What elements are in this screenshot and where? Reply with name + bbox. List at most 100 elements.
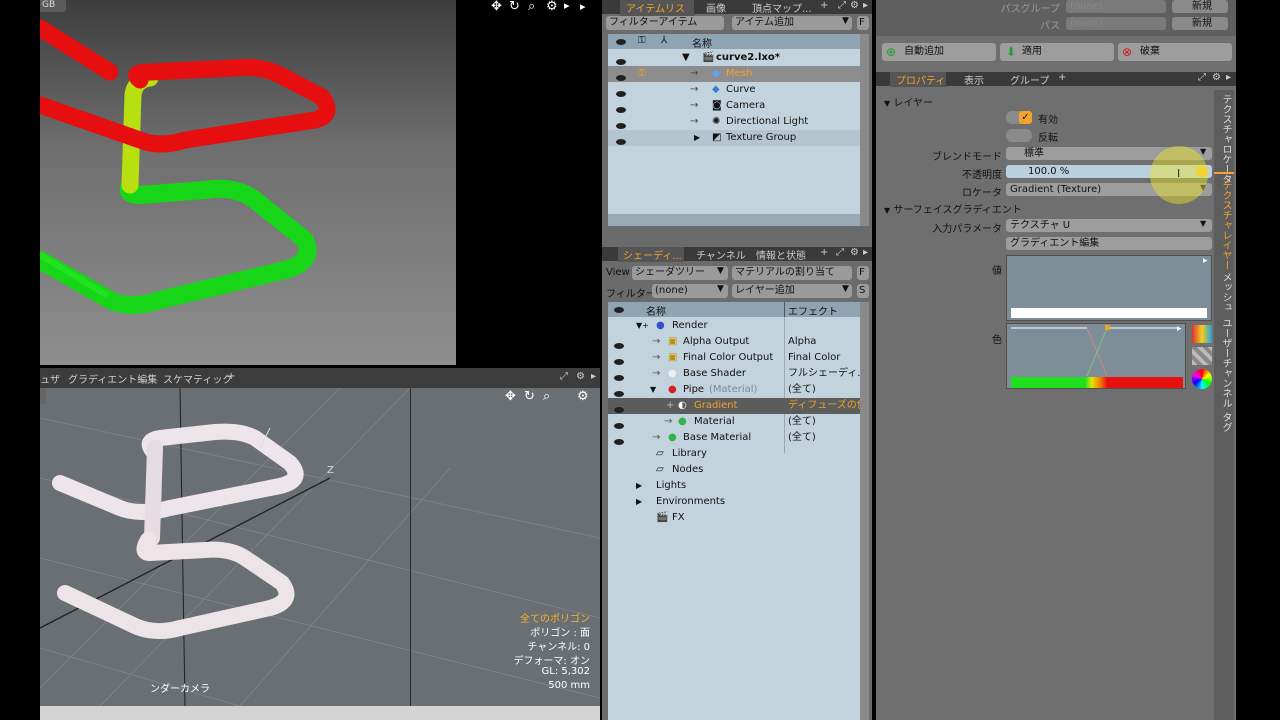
tab-gradient-editor[interactable]: グラディエント編集 [68, 371, 157, 386]
list-item[interactable]: 🎬 FX [608, 510, 860, 526]
invert-toggle[interactable] [1006, 129, 1032, 142]
graph-expand-arrow-icon[interactable]: ▸ [1203, 256, 1208, 266]
expand-arrow-icon[interactable]: ▶ [694, 130, 700, 146]
list-item[interactable]: → ✺ Directional Light [608, 114, 860, 130]
add-tab-button[interactable]: + [227, 371, 235, 382]
expand-arrow-icon[interactable]: ▶ [636, 478, 642, 494]
gradient-edit-button[interactable]: グラディエント編集 [1006, 237, 1212, 250]
filter-toggle-button[interactable]: F [857, 16, 869, 30]
gear-icon[interactable]: ⚙ [1212, 72, 1221, 83]
value-gradient-bar[interactable] [1011, 308, 1207, 318]
side-tab-mesh[interactable]: メッシュ [1218, 272, 1233, 312]
tab-vertex-maps[interactable]: 頂点マップ... [752, 0, 812, 15]
tab-images[interactable]: 画像 [706, 0, 726, 15]
side-tab-texture-layer[interactable]: テクスチャレイヤー [1218, 180, 1233, 270]
visibility-icon[interactable] [616, 107, 626, 113]
rotate-view-icon[interactable]: ↻ [524, 390, 535, 404]
visibility-icon[interactable] [614, 343, 624, 349]
tab-info-stats[interactable]: 情報と状態 [756, 247, 806, 262]
visibility-icon[interactable] [614, 407, 624, 413]
list-item[interactable]: → ◙ Camera [608, 98, 860, 114]
list-item[interactable]: → ● Material (全て) [608, 414, 860, 430]
move-view-icon[interactable]: ✥ [505, 390, 516, 404]
visibility-icon[interactable] [614, 423, 624, 429]
visibility-icon[interactable] [616, 123, 626, 129]
input-parameter-dropdown[interactable]: テクスチャ U [1006, 219, 1212, 232]
list-item[interactable]: ▱ Nodes [608, 462, 860, 478]
collapse-arrow-icon[interactable]: ▼ [884, 99, 890, 108]
list-item[interactable]: ▼+ ● Render [608, 318, 860, 334]
vertical-scrollbar[interactable] [860, 34, 869, 226]
vertical-scrollbar[interactable] [860, 302, 869, 720]
list-item[interactable]: ▼ 🎬 curve2.lxo* [608, 50, 860, 66]
add-tab-button[interactable]: + [1058, 72, 1066, 83]
gear-icon[interactable]: ⚙ [546, 0, 558, 14]
auto-add-button[interactable]: 自動追加 [882, 43, 996, 61]
add-tab-button[interactable]: + [820, 0, 828, 11]
timeline-ruler[interactable] [40, 706, 600, 720]
expand-arrow-icon[interactable]: ▶ [636, 494, 642, 510]
side-tab-tags[interactable]: タグ [1218, 412, 1233, 432]
collapse-arrow-icon[interactable]: ▼ [650, 382, 656, 398]
gear-icon[interactable]: ⚙ [577, 390, 589, 404]
list-item[interactable]: + ◐ Gradient ディフューズの色 [608, 398, 867, 414]
value-gradient-graph[interactable]: ▸ [1006, 255, 1212, 321]
gear-icon[interactable]: ⚙ [576, 371, 585, 382]
visibility-icon[interactable] [616, 91, 626, 97]
list-item[interactable]: ▶ ◩ Texture Group [608, 130, 860, 146]
zoom-view-icon[interactable]: ⌕ [543, 390, 550, 404]
list-item[interactable]: ▼ ● Pipe (Material) (全て) [608, 382, 860, 398]
color-picker-icon[interactable] [1192, 369, 1212, 389]
visibility-icon[interactable] [614, 359, 624, 365]
collapse-arrow-icon[interactable]: ▼+ [636, 318, 649, 334]
panel-maximize-icon[interactable]: ⤢ [1198, 72, 1206, 83]
color-gradient-bar[interactable] [1011, 377, 1183, 388]
item-list[interactable]: ⚿ ⅄ 名称 ▼ 🎬 curve2.lxo* ⚿ → ◆ Mesh → ◆ Cu… [608, 34, 860, 226]
alpha-checker-icon[interactable] [1192, 347, 1212, 365]
viewport-menu-arrow-icon[interactable]: ▸ [564, 0, 570, 13]
list-item[interactable]: → ▣ Alpha Output Alpha [608, 334, 860, 350]
color-presets-icon[interactable] [1192, 325, 1212, 343]
assign-material-button[interactable]: マテリアルの割り当て [732, 266, 852, 280]
list-item[interactable]: ⚿ → ◆ Mesh [608, 66, 860, 82]
apply-button[interactable]: 適用 [1000, 43, 1114, 61]
panel-maximize-icon[interactable]: ⤢ [838, 0, 846, 11]
panel-menu-arrow-icon[interactable]: ▸ [1226, 72, 1231, 83]
tab-display[interactable]: 表示 [964, 72, 984, 87]
surface-gradient-section-header[interactable]: ▼ サーフェイスグラディエント [884, 201, 1022, 216]
pass-dropdown[interactable]: (none) [1066, 17, 1166, 30]
filter-items-dropdown[interactable]: フィルターアイテム [606, 16, 724, 30]
new-pass-group-button[interactable]: 新規 [1172, 0, 1228, 13]
view-dropdown[interactable]: シェーダツリー [632, 266, 728, 280]
layer-section-header[interactable]: ▼ レイヤー [884, 94, 933, 109]
tab-properties[interactable]: プロパティ [890, 72, 946, 87]
visibility-icon[interactable] [614, 391, 624, 397]
collapse-arrow-icon[interactable]: ▼ [682, 50, 690, 66]
new-pass-button[interactable]: 新規 [1172, 17, 1228, 30]
shader-tree[interactable]: 名称 エフェクト ▼+ ● Render → ▣ Alpha Output Al… [608, 302, 867, 720]
list-item[interactable]: ▶ Lights [608, 478, 860, 494]
add-layer-dropdown[interactable]: レイヤー追加 [732, 284, 852, 298]
tab-groups[interactable]: グループ [1010, 72, 1049, 87]
layer-options-button[interactable]: S [857, 284, 869, 298]
lock-icon[interactable]: ⚿ [638, 66, 646, 82]
horizontal-scrollbar[interactable] [608, 214, 860, 226]
list-item[interactable]: ▶ Environments [608, 494, 860, 510]
list-item[interactable]: → ◆ Curve [608, 82, 860, 98]
filter-toggle-button[interactable]: F [857, 266, 869, 280]
tab-channels[interactable]: チャンネル [696, 247, 746, 262]
visibility-icon[interactable] [616, 75, 626, 81]
viewport-expand-icon[interactable]: ▸ [580, 0, 586, 14]
visibility-icon[interactable] [616, 59, 626, 65]
tab-partial[interactable]: ュザ [40, 371, 60, 386]
side-tab-user-channels[interactable]: ユーザーチャンネル [1218, 318, 1233, 408]
gear-icon[interactable]: ⚙ [850, 0, 859, 11]
visibility-icon[interactable] [614, 439, 624, 445]
pass-group-dropdown[interactable]: (none) [1066, 0, 1166, 13]
gear-icon[interactable]: ⚙ [850, 247, 859, 258]
panel-menu-arrow-icon[interactable]: ▸ [591, 371, 596, 382]
list-item[interactable]: ▱ Library [608, 446, 860, 462]
add-tab-button[interactable]: + [820, 247, 828, 258]
side-tab-texture-locator[interactable]: テクスチャロケータ [1218, 94, 1233, 184]
discard-button[interactable]: 破棄 [1118, 43, 1232, 61]
